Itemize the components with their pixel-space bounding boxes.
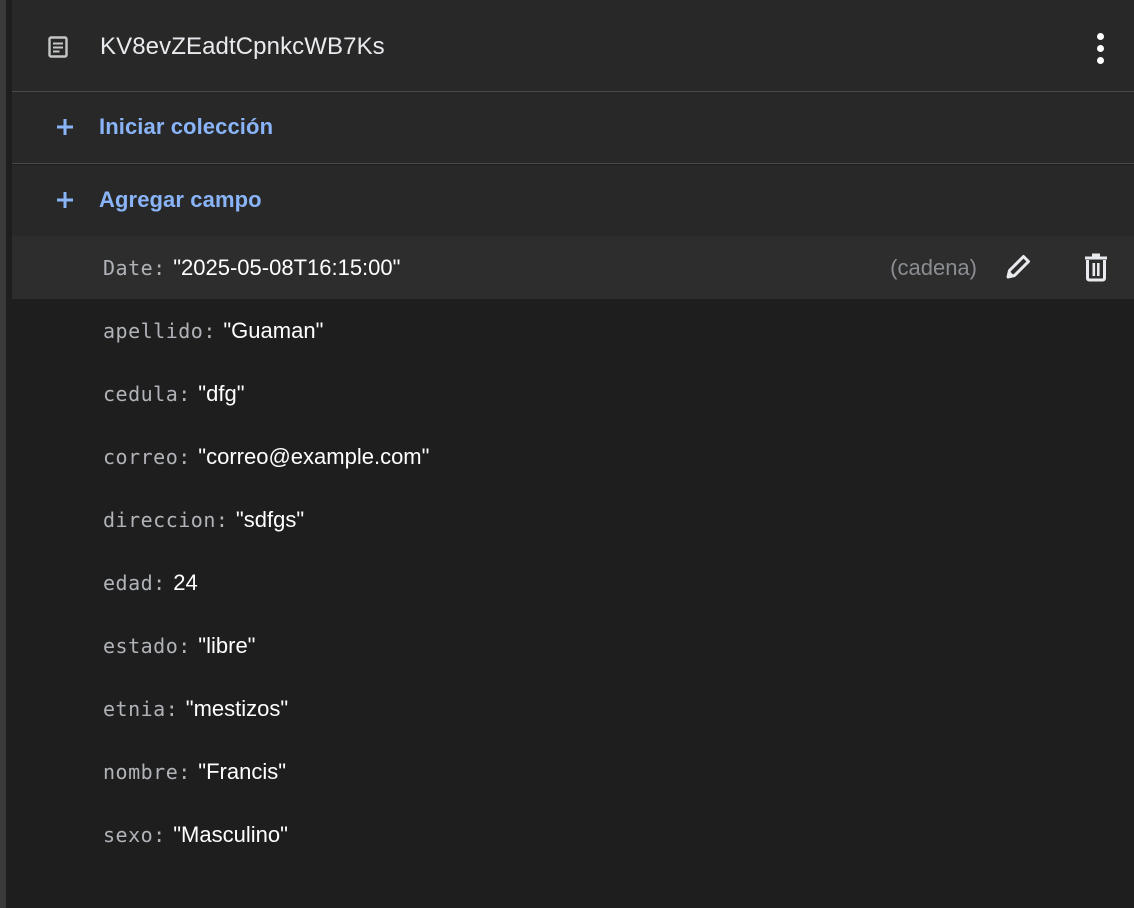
field-row-sexo[interactable]: sexo: "Masculino" <box>12 803 1134 866</box>
field-separator: : <box>178 634 191 658</box>
field-value: "mestizos" <box>185 696 289 721</box>
field-separator: : <box>153 571 166 595</box>
plus-icon <box>57 119 73 135</box>
field-separator: : <box>178 760 191 784</box>
field-value: "Guaman" <box>223 318 324 343</box>
field-separator: : <box>178 445 191 469</box>
field-key: nombre <box>103 760 179 784</box>
field-row-cedula[interactable]: cedula: "dfg" <box>12 362 1134 425</box>
document-header: KV8evZEadtCpnkcWB7Ks <box>12 0 1134 92</box>
field-key: direccion <box>103 508 216 532</box>
field-separator: : <box>153 256 166 280</box>
more-options-button[interactable] <box>1092 28 1108 68</box>
field-key: cedula <box>103 382 179 406</box>
trash-icon[interactable] <box>1078 249 1114 285</box>
field-key: estado <box>103 634 179 658</box>
field-list: Date: "2025-05-08T16:15:00" (cadena) ape… <box>12 236 1134 866</box>
field-separator: : <box>165 697 178 721</box>
add-field-label: Agregar campo <box>99 187 262 212</box>
pencil-icon[interactable] <box>1000 249 1036 285</box>
start-collection-button[interactable]: Iniciar colección <box>12 92 1134 164</box>
field-value: 24 <box>173 570 198 595</box>
document-panel: KV8evZEadtCpnkcWB7Ks Iniciar colección A… <box>0 0 1134 908</box>
field-key: correo <box>103 445 179 469</box>
field-row-correo[interactable]: correo: "correo@example.com" <box>12 425 1134 488</box>
field-row-direccion[interactable]: direccion: "sdfgs" <box>12 488 1134 551</box>
field-value: "Masculino" <box>173 822 288 847</box>
field-separator: : <box>203 319 216 343</box>
field-value: "Francis" <box>198 759 287 784</box>
field-value: "sdfgs" <box>235 507 305 532</box>
field-key: apellido <box>103 319 204 343</box>
add-field-button[interactable]: Agregar campo <box>12 165 1134 236</box>
field-separator: : <box>178 382 191 406</box>
field-key: etnia <box>103 697 166 721</box>
field-value: "dfg" <box>198 381 245 406</box>
field-row-estado[interactable]: estado: "libre" <box>12 614 1134 677</box>
field-row-date[interactable]: Date: "2025-05-08T16:15:00" (cadena) <box>12 236 1134 299</box>
field-row-apellido[interactable]: apellido: "Guaman" <box>12 299 1134 362</box>
field-type: (cadena) <box>890 255 977 280</box>
field-value: "libre" <box>198 633 256 658</box>
field-row-etnia[interactable]: etnia: "mestizos" <box>12 677 1134 740</box>
plus-icon <box>57 192 73 208</box>
field-key: sexo <box>103 823 154 847</box>
field-separator: : <box>153 823 166 847</box>
field-key: edad <box>103 571 154 595</box>
more-vertical-icon <box>1097 33 1104 40</box>
field-value: "correo@example.com" <box>198 444 430 469</box>
field-row-edad[interactable]: edad: 24 <box>12 551 1134 614</box>
document-icon <box>48 36 68 58</box>
start-collection-label: Iniciar colección <box>99 114 274 139</box>
field-key: Date <box>103 256 154 280</box>
row-tools: (cadena) <box>834 236 1134 299</box>
field-separator: : <box>215 508 228 532</box>
field-row-nombre[interactable]: nombre: "Francis" <box>12 740 1134 803</box>
document-id: KV8evZEadtCpnkcWB7Ks <box>100 33 385 60</box>
field-value: "2025-05-08T16:15:00" <box>173 255 401 280</box>
